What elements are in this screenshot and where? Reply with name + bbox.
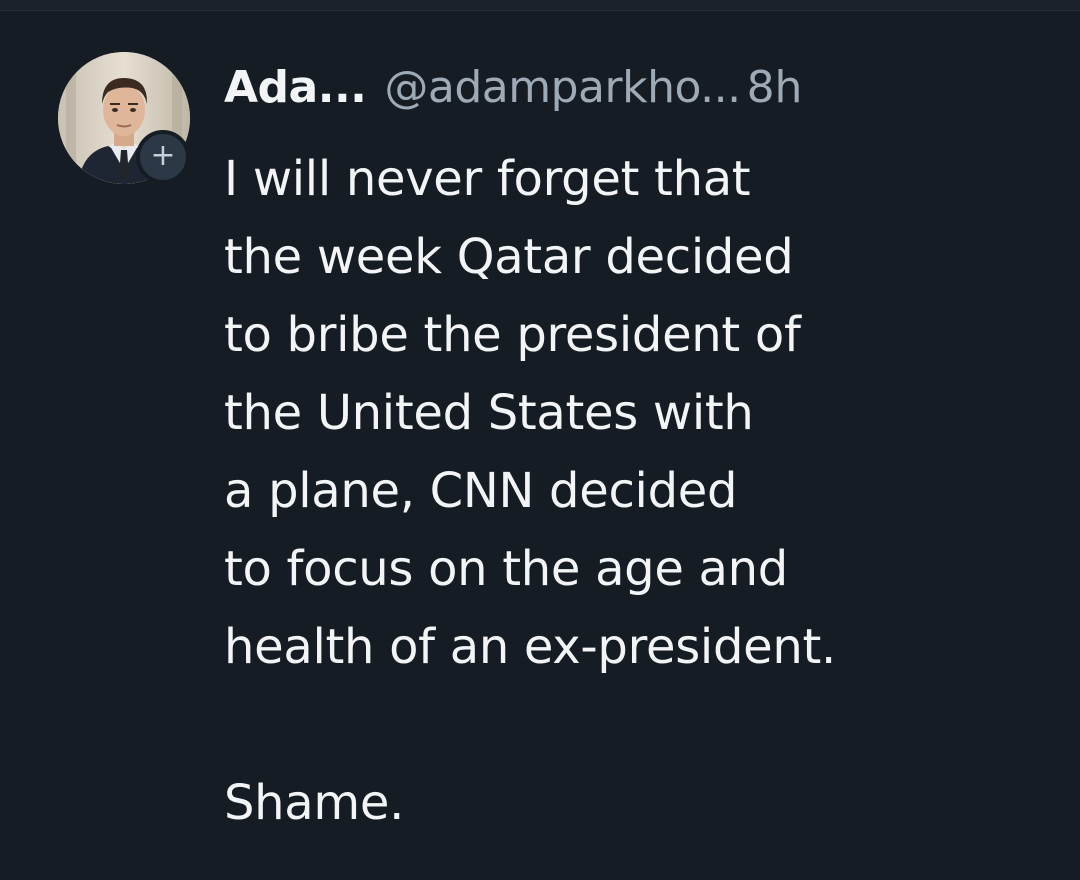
body-line: to focus on the age and bbox=[224, 541, 788, 597]
post-body: I will never forget that the week Qatar … bbox=[224, 140, 1044, 842]
body-line: health of an ex-president. bbox=[224, 619, 836, 675]
post-timestamp[interactable]: 8h bbox=[747, 62, 803, 113]
post-card[interactable]: + Ada... @adamparkho... 8h I will never fo… bbox=[0, 0, 1080, 880]
post-header: Ada... @adamparkho... 8h bbox=[224, 56, 802, 120]
closing-line: Shame. bbox=[224, 775, 405, 831]
display-name[interactable]: Ada... bbox=[224, 62, 367, 113]
body-line: the week Qatar decided bbox=[224, 229, 794, 285]
avatar-container[interactable]: + bbox=[58, 52, 192, 186]
body-line: a plane, CNN decided bbox=[224, 463, 738, 519]
body-line: the United States with bbox=[224, 385, 754, 441]
user-handle[interactable]: @adamparkho... bbox=[384, 62, 741, 113]
body-line: I will never forget that bbox=[224, 151, 751, 207]
follow-plus-icon[interactable]: + bbox=[136, 130, 190, 184]
body-line: to bribe the president of bbox=[224, 307, 801, 363]
